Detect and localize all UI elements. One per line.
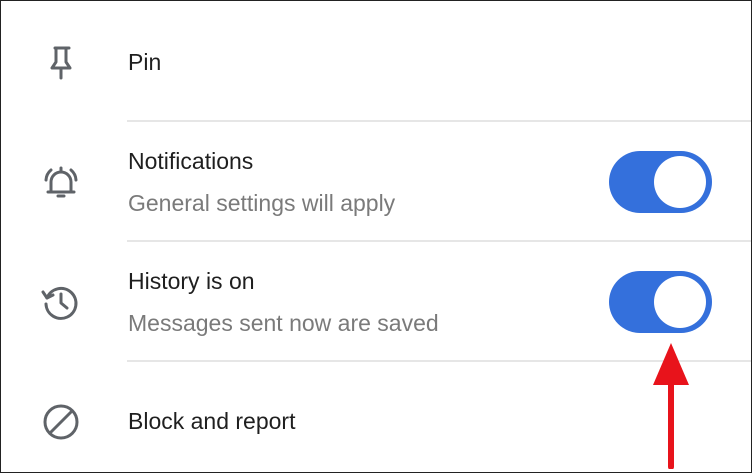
history-row: History is on Messages sent now are save… bbox=[1, 242, 751, 360]
block-icon bbox=[37, 398, 85, 446]
history-toggle[interactable] bbox=[609, 271, 712, 333]
toggle-knob bbox=[654, 276, 706, 328]
notifications-subtitle: General settings will apply bbox=[128, 190, 396, 216]
notifications-label: Notifications bbox=[128, 148, 254, 174]
notifications-toggle[interactable] bbox=[609, 151, 712, 213]
history-subtitle: Messages sent now are saved bbox=[128, 310, 439, 336]
notifications-row: Notifications General settings will appl… bbox=[1, 122, 751, 240]
pin-label: Pin bbox=[128, 49, 162, 75]
block-report-row[interactable]: Block and report bbox=[1, 362, 751, 472]
bell-icon bbox=[37, 158, 85, 206]
chat-options-panel: Pin Notifications General settings will … bbox=[0, 0, 752, 473]
history-icon bbox=[37, 278, 85, 326]
history-label: History is on bbox=[128, 268, 255, 294]
pin-row[interactable]: Pin bbox=[1, 1, 751, 121]
toggle-knob bbox=[654, 156, 706, 208]
pin-icon bbox=[37, 38, 85, 86]
annotation-arrow bbox=[653, 343, 689, 469]
block-report-label: Block and report bbox=[128, 408, 296, 434]
